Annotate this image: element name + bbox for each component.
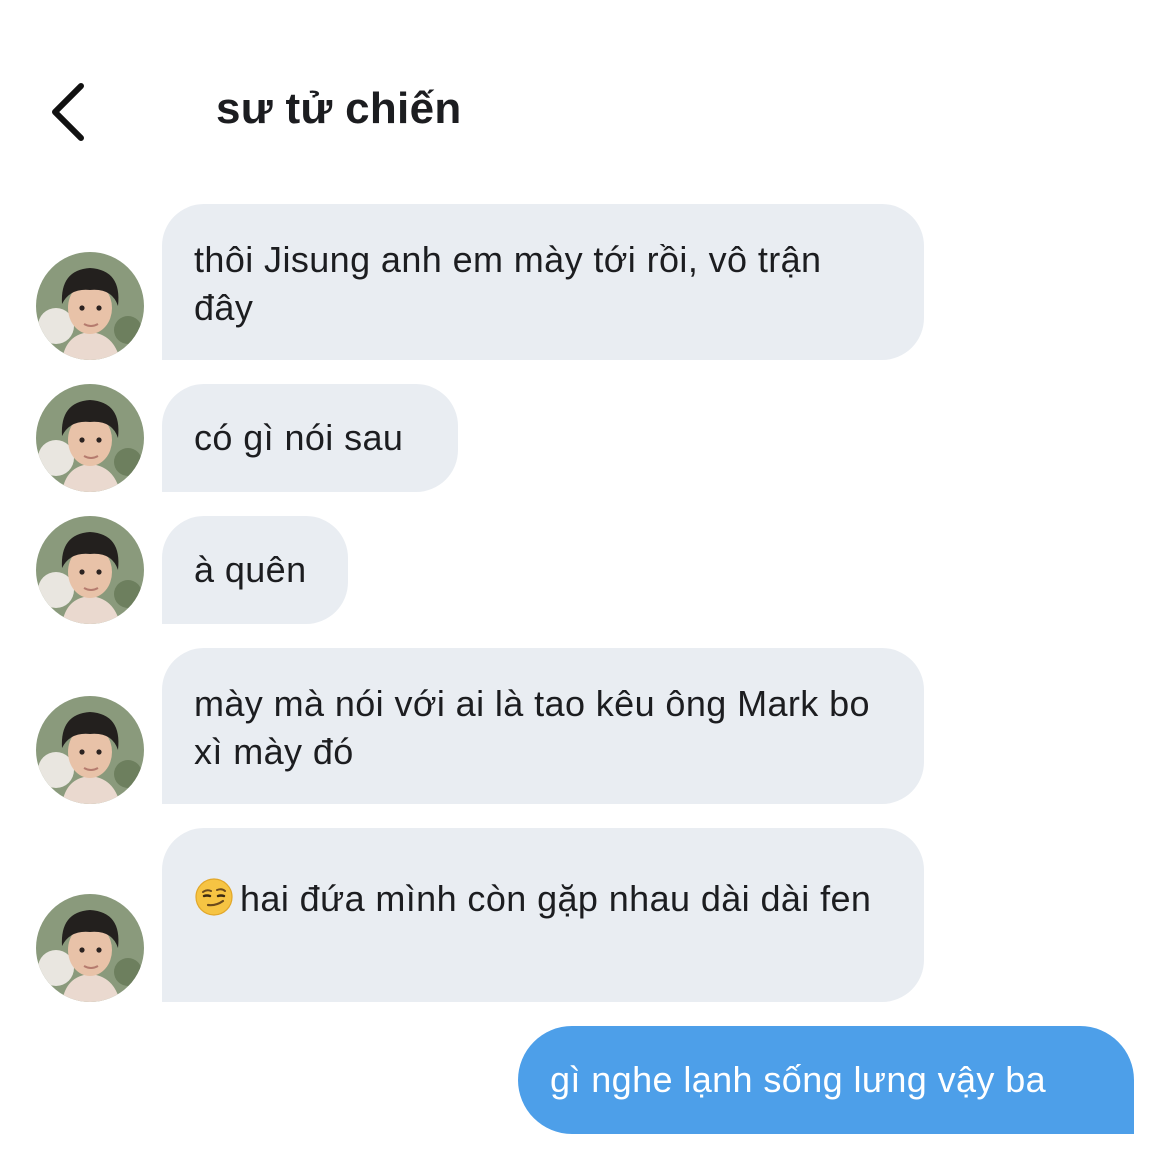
avatar[interactable] bbox=[36, 384, 144, 492]
avatar[interactable] bbox=[36, 696, 144, 804]
chevron-left-icon bbox=[52, 83, 84, 141]
avatar[interactable] bbox=[36, 252, 144, 360]
chat-title: sư tử chiến bbox=[216, 84, 462, 133]
chat-screen: sư tử chiến thôi Jisung anh em mày tới r… bbox=[0, 0, 1169, 1153]
message-outgoing[interactable]: gì nghe lạnh sống lưng vậy ba bbox=[518, 1026, 1134, 1134]
chat-header: sư tử chiến bbox=[0, 0, 1169, 180]
message-incoming[interactable]: thôi Jisung anh em mày tới rồi, vô trận … bbox=[162, 204, 924, 360]
message-incoming[interactable]: à quên bbox=[162, 516, 348, 624]
message-incoming[interactable]: có gì nói sau bbox=[162, 384, 458, 492]
back-button[interactable] bbox=[34, 72, 100, 152]
avatar[interactable] bbox=[36, 516, 144, 624]
message-incoming[interactable]: hai đứa mình còn gặp nhau dài dài fen bbox=[162, 828, 924, 1002]
message-text: hai đứa mình còn gặp nhau dài dài fen bbox=[240, 878, 872, 919]
message-incoming[interactable]: mày mà nói với ai là tao kêu ông Mark bo… bbox=[162, 648, 924, 804]
avatar[interactable] bbox=[36, 894, 144, 1002]
smirking-face-icon bbox=[194, 876, 234, 916]
